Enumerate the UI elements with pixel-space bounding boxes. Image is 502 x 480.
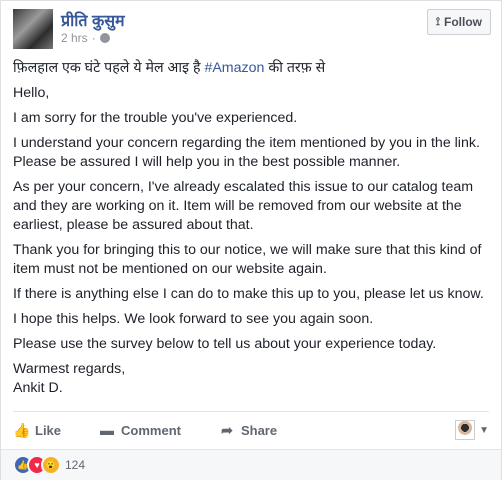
comment-icon: ▬ xyxy=(100,422,115,438)
signature: Ankit D. xyxy=(13,380,63,396)
chevron-down-icon: ▼ xyxy=(479,424,489,436)
comment-button[interactable]: ▬ Comment xyxy=(99,422,181,438)
follow-button[interactable]: ⟟ Follow xyxy=(426,9,491,35)
paragraph: As per your concern, I've already escala… xyxy=(13,179,474,233)
viewer-avatar xyxy=(455,420,476,440)
post-card: प्रीति कुसुम 2 hrs · ⟟ Follow फ़िलहाल एक… xyxy=(0,0,502,480)
intro-suffix: की तरफ़ से xyxy=(268,60,326,76)
like-button[interactable]: 👍 Like xyxy=(13,422,61,439)
paragraph: I understand your concern regarding the … xyxy=(13,135,480,170)
post-body: फ़िलहाल एक घंटे पहले ये मेल आइ है #Amazo… xyxy=(13,59,491,398)
post-timestamp[interactable]: 2 hrs xyxy=(61,31,88,45)
author-avatar[interactable] xyxy=(13,9,53,49)
post-as-selector[interactable]: ▼ xyxy=(455,420,489,440)
globe-icon xyxy=(99,33,110,43)
paragraph: I am sorry for the trouble you've experi… xyxy=(13,110,298,126)
share-button[interactable]: ➦ Share xyxy=(219,422,277,439)
post-header: प्रीति कुसुम 2 hrs · ⟟ Follow xyxy=(13,9,491,53)
paragraph: Please use the survey below to tell us a… xyxy=(13,336,437,352)
signoff: Warmest regards, xyxy=(13,361,126,377)
wow-reaction-icon: 😮 xyxy=(41,455,61,475)
intro-prefix: फ़िलहाल एक घंटे पहले ये मेल आइ है xyxy=(13,60,201,76)
reactions-bar[interactable]: 👍 ♥ 😮 124 xyxy=(1,449,501,480)
paragraph: If there is anything else I can do to ma… xyxy=(13,286,484,302)
paragraph: I hope this helps. We look forward to se… xyxy=(13,311,374,327)
post-meta: 2 hrs · xyxy=(61,31,110,45)
share-arrow-icon: ➦ xyxy=(221,421,233,438)
share-label: Share xyxy=(240,422,278,438)
paragraph: Hello, xyxy=(13,85,50,101)
signoff-block: Warmest regards, Ankit D. xyxy=(13,360,491,398)
author-name[interactable]: प्रीति कुसुम xyxy=(61,9,125,31)
like-label: Like xyxy=(35,422,62,438)
post-actions: 👍 Like ▬ Comment ➦ Share ▼ xyxy=(13,411,489,448)
reaction-count[interactable]: 124 xyxy=(65,458,85,472)
meta-separator: · xyxy=(91,31,96,45)
comment-label: Comment xyxy=(121,422,181,438)
paragraph: Thank you for bringing this to our notic… xyxy=(13,242,482,277)
rss-icon: ⟟ xyxy=(435,15,440,28)
post-intro: फ़िलहाल एक घंटे पहले ये मेल आइ है #Amazo… xyxy=(13,59,491,78)
amazon-hashtag-link[interactable]: #Amazon xyxy=(204,60,264,76)
follow-label: Follow xyxy=(444,15,482,29)
thumbs-up-icon: 👍 xyxy=(13,421,31,438)
